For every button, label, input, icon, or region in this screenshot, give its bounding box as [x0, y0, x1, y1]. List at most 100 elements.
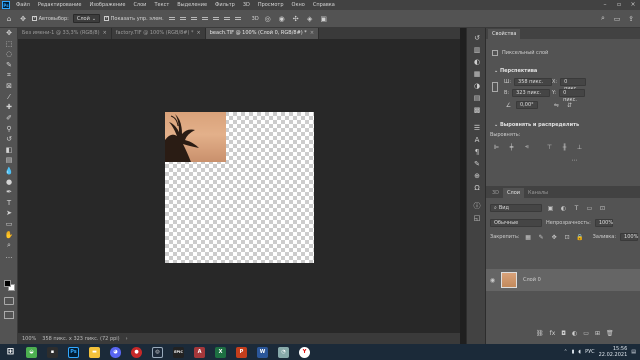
eraser-tool-icon[interactable]: ◧ [0, 145, 18, 156]
menu-select[interactable]: Выделение [173, 2, 211, 8]
frame-tool-icon[interactable]: ⊠ [0, 81, 18, 92]
app-steam[interactable]: ◎ [147, 344, 168, 360]
healing-brush-tool-icon[interactable]: ✚ [0, 102, 18, 113]
layer-row[interactable]: ◉ Слой 0 [486, 269, 640, 291]
autoselect-toggle[interactable]: Автовыбор: [32, 15, 69, 22]
close-tab-icon[interactable]: × [197, 28, 201, 39]
link-proportions-icon[interactable] [492, 82, 498, 92]
app-powerpoint[interactable]: P [231, 344, 252, 360]
lasso-tool-icon[interactable]: ◌ [0, 49, 18, 60]
layer-style-icon[interactable]: fx [550, 330, 556, 337]
adjustment-layer-icon[interactable]: ◐ [572, 330, 577, 337]
canvas-workspace[interactable] [18, 39, 460, 333]
filter-shape-icon[interactable]: ▭ [585, 204, 594, 212]
move-tool-icon[interactable]: ✥ [0, 28, 18, 39]
align-top-edges-icon[interactable]: ⊤ [545, 143, 554, 151]
gradient-tool-icon[interactable]: ▤ [0, 155, 18, 166]
autoselect-checkbox[interactable] [32, 15, 37, 21]
3d-orbit-icon[interactable]: ◎ [263, 14, 273, 24]
align-bottom-edges-icon[interactable]: ⊥ [575, 143, 584, 151]
more-options-icon[interactable] [234, 15, 242, 23]
app-epic[interactable]: EPIC [168, 344, 189, 360]
network-icon[interactable]: ▮ [572, 349, 575, 355]
align-center-icon[interactable] [179, 15, 187, 23]
notifications-icon[interactable]: ▤ [631, 349, 636, 355]
app-chat[interactable]: ◔ [273, 344, 294, 360]
layer-filter-select[interactable]: ⌕ Вид [490, 204, 542, 212]
x-field[interactable]: 0 пикс. [560, 78, 587, 92]
paragraph-icon[interactable]: ¶ [467, 146, 487, 158]
document-canvas[interactable] [165, 112, 314, 263]
marquee-tool-icon[interactable]: ⬚ [0, 39, 18, 50]
filter-smart-icon[interactable]: ⊡ [598, 204, 607, 212]
app-word[interactable]: W [252, 344, 273, 360]
align-middle-icon[interactable] [212, 15, 220, 23]
app-yandex[interactable]: Y [294, 344, 315, 360]
clock[interactable]: 15:56 22.02.2021 [599, 346, 628, 358]
filter-type-icon[interactable]: T [572, 204, 581, 212]
path-selection-tool-icon[interactable]: ➤ [0, 208, 18, 219]
align-section-title[interactable]: ⌄ Выровнять и распределить [486, 122, 579, 128]
start-button[interactable]: ⊞ [0, 344, 21, 360]
layer-name[interactable]: Слой 0 [523, 277, 541, 283]
flip-vertical-icon[interactable]: ⇵ [565, 101, 574, 109]
menu-type[interactable]: Текст [150, 2, 173, 8]
app-2[interactable]: ▪ [42, 344, 63, 360]
clone-source-icon[interactable]: ⊕ [467, 170, 487, 182]
foreground-color-swatch[interactable] [4, 280, 11, 287]
navigator-icon[interactable]: ◱ [467, 212, 487, 224]
menu-image[interactable]: Изображение [85, 2, 129, 8]
language-indicator[interactable]: РУС [585, 349, 595, 355]
menu-help[interactable]: Справка [309, 2, 339, 8]
eyedropper-tool-icon[interactable]: ⁄ [0, 92, 18, 103]
screen-mode-icon[interactable] [4, 311, 14, 319]
link-layers-icon[interactable]: ⛓ [536, 330, 544, 337]
tab-factory[interactable]: factory.TIF @ 100% (RGB/8#) * × [111, 28, 206, 39]
3d-slide-icon[interactable]: ◈ [305, 14, 315, 24]
align-bottom-icon[interactable] [223, 15, 231, 23]
width-field[interactable]: 358 пикс. [514, 78, 553, 86]
autoselect-dropdown[interactable]: Слой ⌄ [72, 14, 101, 23]
filter-adjustment-icon[interactable]: ◐ [559, 204, 568, 212]
lock-transparency-icon[interactable]: ▦ [524, 233, 533, 241]
height-field[interactable]: 323 пикс. [512, 89, 551, 97]
align-right-edges-icon[interactable]: ⫣ [522, 143, 531, 151]
history-icon[interactable]: ↺ [467, 32, 487, 44]
volume-icon[interactable]: ◖ [578, 349, 581, 355]
clone-stamp-tool-icon[interactable]: ⚲ [0, 123, 18, 134]
menu-filter[interactable]: Фильтр [211, 2, 239, 8]
libraries-icon[interactable]: ▥ [467, 44, 487, 56]
menu-layers[interactable]: Слои [129, 2, 150, 8]
lock-pixels-icon[interactable]: ✎ [537, 233, 546, 241]
zoom-level[interactable]: 100% [22, 336, 36, 342]
eye-icon[interactable]: ◉ [488, 276, 497, 284]
blend-mode-select[interactable]: Обычные [490, 219, 542, 227]
home-icon[interactable]: ⌂ [4, 14, 14, 24]
maximize-icon[interactable]: ▫ [612, 0, 626, 10]
tab-3d[interactable]: 3D [488, 188, 503, 198]
character-icon[interactable]: A [467, 134, 487, 146]
blur-tool-icon[interactable]: 💧 [0, 166, 18, 177]
align-right-icon[interactable] [190, 15, 198, 23]
show-controls-checkbox[interactable] [104, 15, 109, 21]
3d-roll-icon[interactable]: ◉ [277, 14, 287, 24]
3d-drag-icon[interactable]: ✣ [291, 14, 301, 24]
brush-tool-icon[interactable]: ✐ [0, 113, 18, 124]
info-icon[interactable]: ⓘ [467, 200, 487, 212]
move-tool-preset-icon[interactable]: ✥ [18, 14, 28, 24]
opacity-field[interactable]: 100% [594, 219, 613, 227]
close-tab-icon[interactable]: × [310, 28, 314, 39]
align-top-icon[interactable] [201, 15, 209, 23]
align-left-icon[interactable] [168, 15, 176, 23]
color-icon[interactable]: ◑ [467, 80, 487, 92]
group-icon[interactable]: ▭ [583, 330, 589, 337]
tab-layers[interactable]: Слои [503, 188, 525, 198]
properties-icon[interactable]: ☰ [467, 122, 487, 134]
app-excel[interactable]: X [210, 344, 231, 360]
menu-edit[interactable]: Редактирование [34, 2, 86, 8]
brushes-icon[interactable]: ✎ [467, 158, 487, 170]
filter-pixel-icon[interactable]: ▣ [546, 204, 555, 212]
menu-file[interactable]: Файл [12, 2, 34, 8]
flip-horizontal-icon[interactable]: ⇋ [552, 101, 561, 109]
show-controls-toggle[interactable]: Показать упр. элем. [104, 15, 164, 22]
